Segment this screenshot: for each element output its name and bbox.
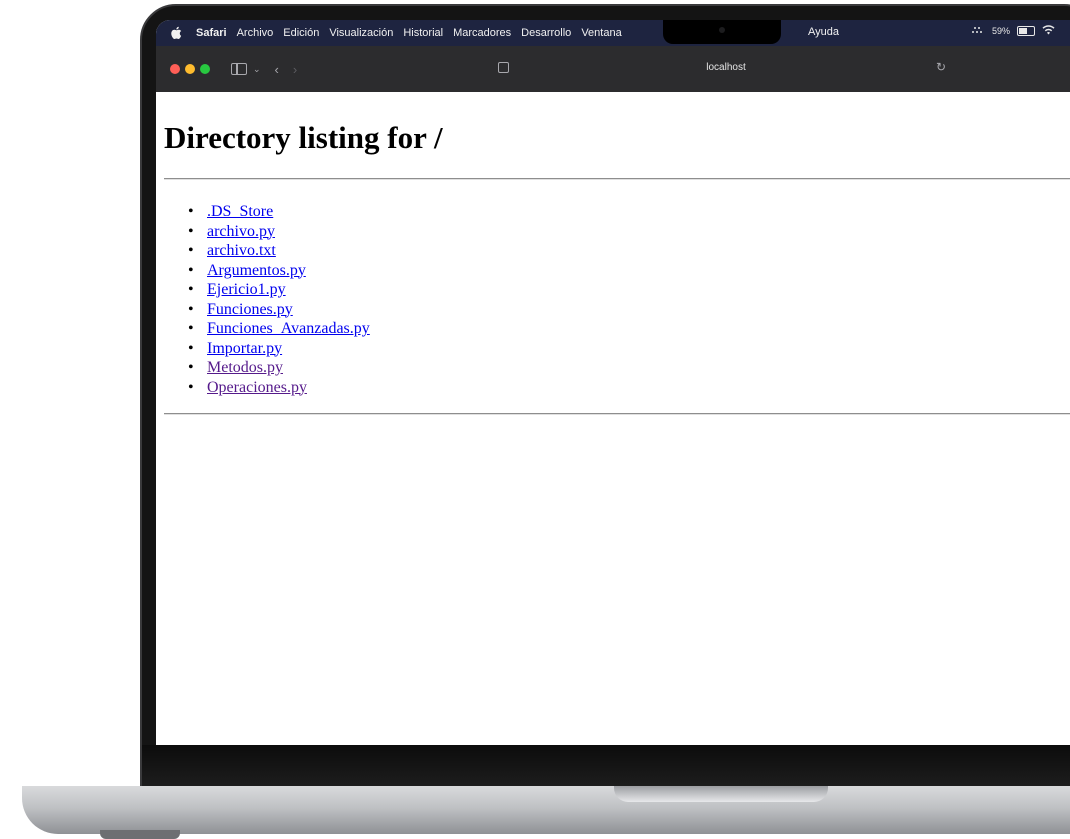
page-title: Directory listing for / [164,120,443,155]
menu-archivo[interactable]: Archivo [237,27,274,39]
minimize-window-button[interactable] [185,64,195,74]
camera [719,27,725,33]
sidebar-icon[interactable] [231,63,247,75]
list-item: archivo.txt [188,241,370,261]
file-link-argumentos-py[interactable]: Argumentos.py [207,262,306,279]
menu-marcadores[interactable]: Marcadores [453,27,511,39]
laptop-base [22,786,1070,834]
file-link-ds-store[interactable]: .DS_Store [207,203,273,220]
file-link-metodos-py[interactable]: Metodos.py [207,359,283,376]
reload-icon[interactable]: ↻ [936,60,946,74]
list-item: Ejericio1.py [188,280,370,300]
file-link-operaciones-py[interactable]: Operaciones.py [207,379,307,396]
list-item: archivo.py [188,222,370,242]
menu-historial[interactable]: Historial [403,27,443,39]
file-link-importar-py[interactable]: Importar.py [207,340,282,357]
laptop-opening-notch [614,786,828,802]
zoom-window-button[interactable] [200,64,210,74]
battery-icon[interactable] [1017,26,1036,36]
menu-ayuda[interactable]: Ayuda [808,26,839,38]
file-link-archivo-py[interactable]: archivo.py [207,223,275,240]
menu-desarrollo[interactable]: Desarrollo [521,27,571,39]
menu-visualizacion[interactable]: Visualización [329,27,393,39]
divider-top [164,178,1070,180]
laptop-bezel [142,745,1070,789]
menu-ventana[interactable]: Ventana [581,27,621,39]
list-item: Operaciones.py [188,378,370,398]
divider-bottom [164,413,1070,415]
control-dots-icon[interactable] [971,26,985,36]
screen: Safari Archivo Edición Visualización His… [156,20,1070,745]
browser-toolbar: ⌄ ‹ › localhost ↻ [156,46,1070,92]
camera-notch [663,20,781,44]
menu-bar: Safari Archivo Edición Visualización His… [156,20,1070,46]
chevron-down-icon[interactable]: ⌄ [253,64,261,75]
wifi-icon[interactable] [1042,25,1055,37]
address-bar[interactable]: localhost ↻ [476,56,976,80]
forward-icon[interactable]: › [293,62,297,77]
file-link-archivo-txt[interactable]: archivo.txt [207,242,276,259]
list-item: Funciones.py [188,300,370,320]
window-controls [170,64,215,74]
menu-safari[interactable]: Safari [196,27,227,39]
status-area: 59% [971,25,1055,37]
laptop-foot [100,830,180,839]
battery-percent[interactable]: 59% [992,26,1010,36]
file-link-funciones-py[interactable]: Funciones.py [207,301,293,318]
apple-icon[interactable] [170,26,186,40]
list-item: Metodos.py [188,358,370,378]
file-link-ejericio1-py[interactable]: Ejericio1.py [207,281,286,298]
list-item: Argumentos.py [188,261,370,281]
file-list: .DS_Store archivo.py archivo.txt Argumen… [188,202,370,397]
close-window-button[interactable] [170,64,180,74]
file-link-funciones-avanzadas-py[interactable]: Funciones_Avanzadas.py [207,320,370,337]
menu-edicion[interactable]: Edición [283,27,319,39]
url-text[interactable]: localhost [476,62,976,73]
list-item: Importar.py [188,339,370,359]
back-icon[interactable]: ‹ [275,62,279,77]
list-item: Funciones_Avanzadas.py [188,319,370,339]
list-item: .DS_Store [188,202,370,222]
web-page: Directory listing for / .DS_Store archiv… [156,92,1070,745]
